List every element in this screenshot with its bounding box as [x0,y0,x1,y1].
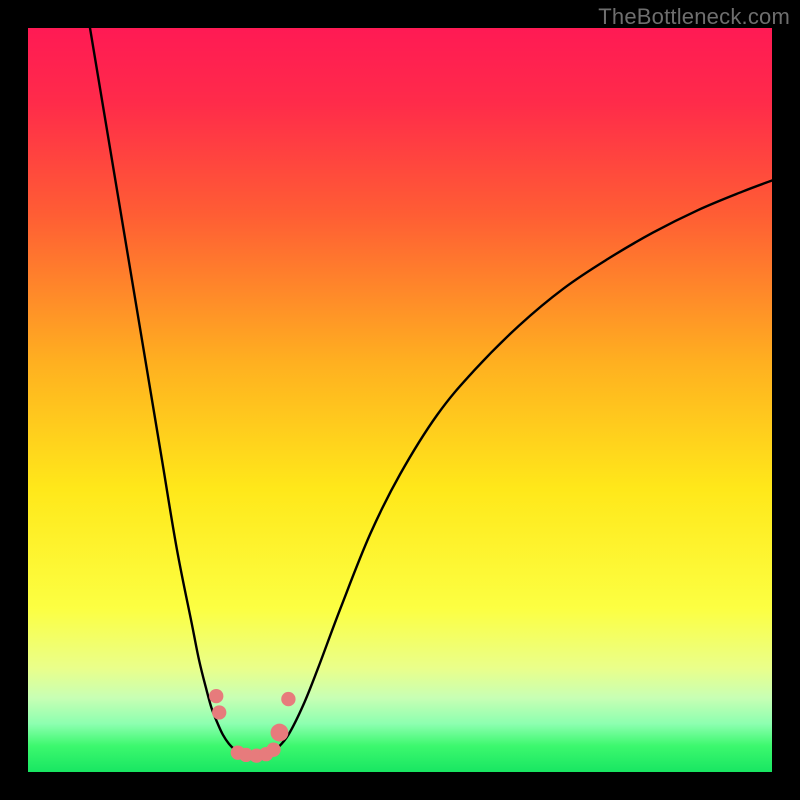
plot-area [28,28,772,772]
data-marker [271,724,289,742]
gradient-background [28,28,772,772]
chart-frame: TheBottleneck.com [0,0,800,800]
chart-svg [28,28,772,772]
data-marker [209,689,223,703]
data-marker [281,692,295,706]
data-marker [212,705,226,719]
data-marker [266,743,280,757]
watermark-text: TheBottleneck.com [598,4,790,30]
